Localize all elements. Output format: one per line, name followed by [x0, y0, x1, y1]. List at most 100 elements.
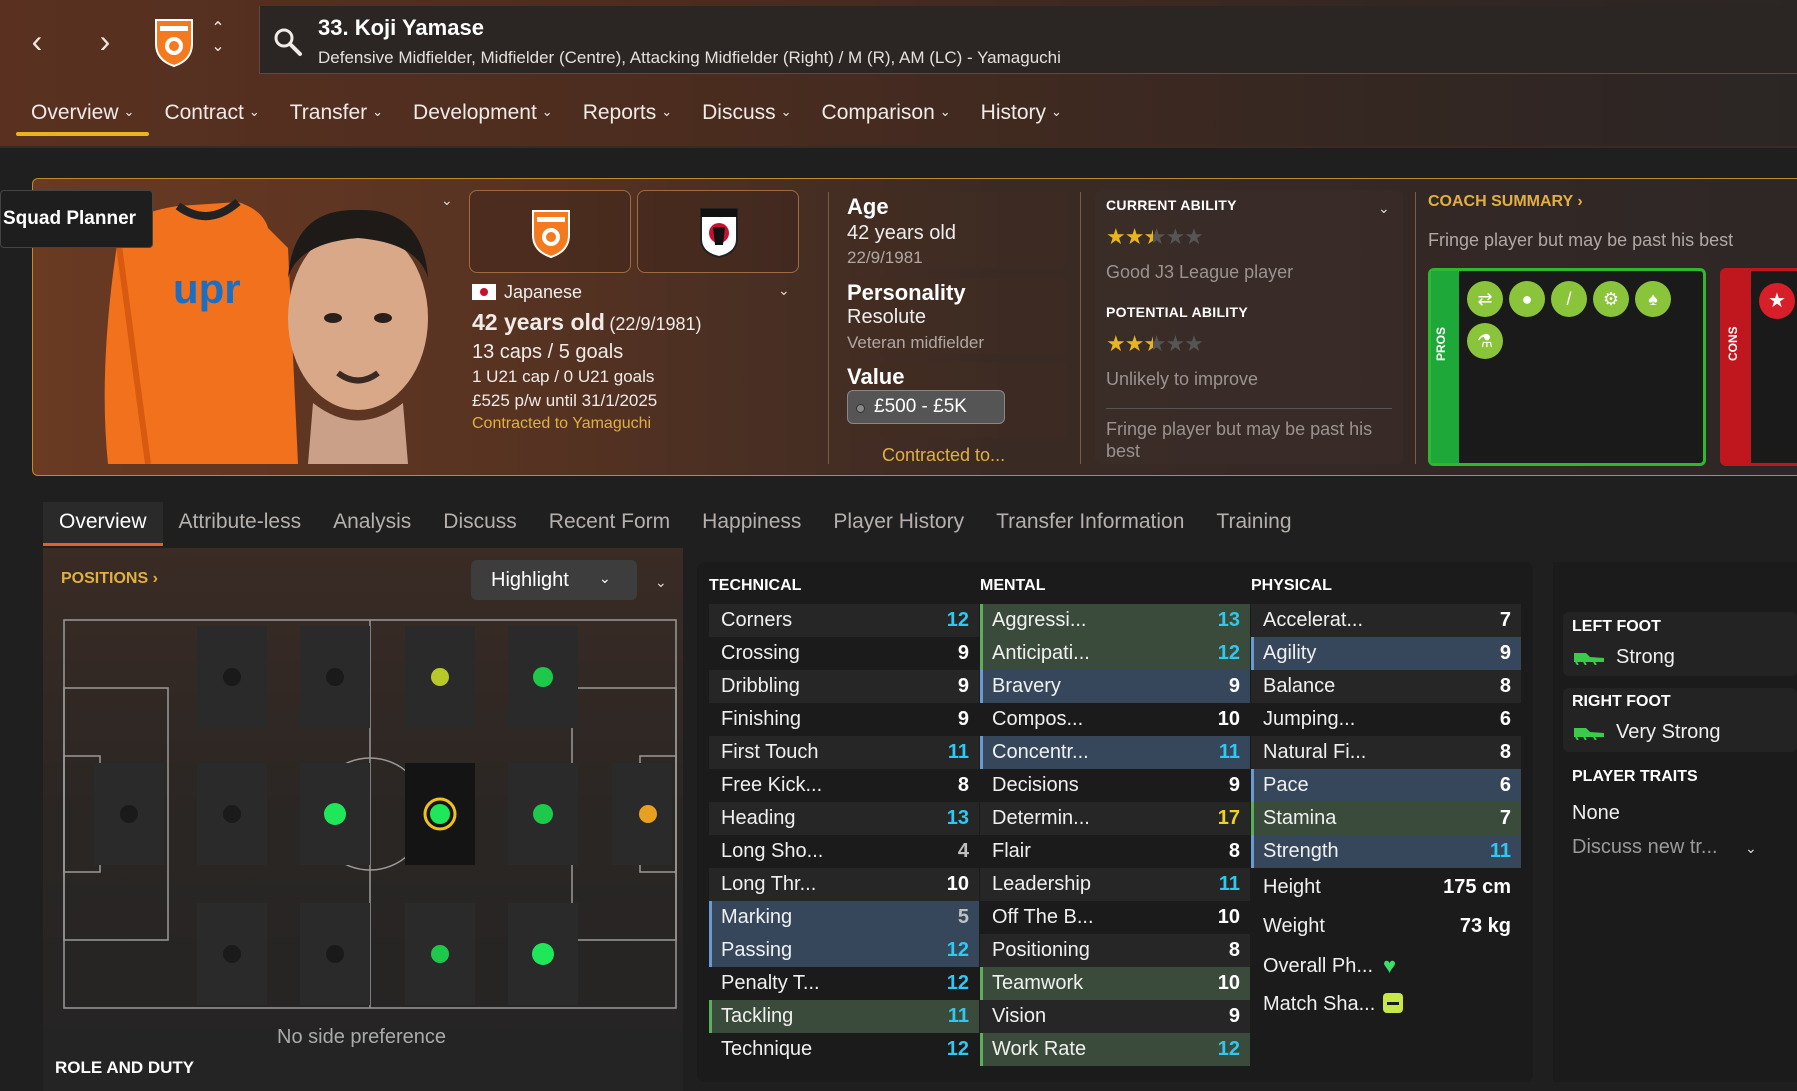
attribute-row-technical[interactable]: Crossing 9 — [709, 637, 979, 670]
attribute-value: 8 — [1499, 741, 1511, 763]
tab-contract[interactable]: Contract ⌄ — [149, 96, 274, 136]
tab-transfer[interactable]: Transfer ⌄ — [275, 96, 398, 136]
subtab-discuss[interactable]: Discuss — [427, 502, 533, 546]
value-estimate-pill[interactable]: £500 - £5K — [847, 390, 1005, 424]
attribute-row-technical[interactable]: Corners 12 — [709, 604, 979, 637]
national-team-badge-card[interactable] — [637, 190, 799, 273]
subtab-analysis[interactable]: Analysis — [317, 502, 427, 546]
subtab-player-history[interactable]: Player History — [817, 502, 980, 546]
pro-trait-icon-1[interactable]: ⇄ — [1467, 281, 1503, 317]
attribute-row-mental[interactable]: Aggressi... 13 — [980, 604, 1250, 637]
positions-link[interactable]: POSITIONS › — [61, 570, 158, 588]
attribute-row-technical[interactable]: Tackling 11 — [709, 1000, 979, 1033]
subtab-attribute-less[interactable]: Attribute-less — [163, 502, 318, 546]
attribute-row-physical[interactable]: Accelerat... 7 — [1251, 604, 1521, 637]
tab-history[interactable]: History ⌄ — [966, 96, 1077, 136]
pro-trait-icon-5[interactable]: ♠ — [1635, 281, 1671, 317]
flask-icon[interactable]: ⚗ — [1467, 323, 1503, 359]
attribute-row-technical[interactable]: Technique 12 — [709, 1033, 979, 1066]
potential-ability-label: POTENTIAL ABILITY — [1106, 304, 1248, 320]
attribute-row-mental[interactable]: Compos... 10 — [980, 703, 1250, 736]
subtab-recent-form[interactable]: Recent Form — [533, 502, 686, 546]
position-dot-st — [639, 805, 657, 823]
boot-icon — [1574, 728, 1604, 740]
attribute-row-mental[interactable]: Bravery 9 — [980, 670, 1250, 703]
attribute-row-mental[interactable]: Vision 9 — [980, 1000, 1250, 1033]
chevron-right-icon: › — [1577, 193, 1583, 210]
club-badge-card[interactable] — [469, 190, 631, 273]
attribute-row-technical[interactable]: Long Thr... 10 — [709, 868, 979, 901]
position-dot-amr — [532, 943, 554, 965]
attribute-row-physical[interactable]: Balance 8 — [1251, 670, 1521, 703]
attribute-name: Natural Fi... — [1263, 741, 1367, 763]
attribute-value: 9 — [1499, 642, 1511, 664]
attribute-row-technical[interactable]: Marking 5 — [709, 901, 979, 934]
attribute-row-physical[interactable]: Agility 9 — [1251, 637, 1521, 670]
u21-caps: 1 U21 cap / 0 U21 goals — [472, 367, 655, 386]
match-sharpness-row[interactable]: Match Sha... — [1251, 985, 1521, 1024]
pro-trait-icon-3[interactable]: / — [1551, 281, 1587, 317]
portrait-options-chevron-icon[interactable]: ⌄ — [441, 192, 453, 209]
attribute-row-mental[interactable]: Teamwork 10 — [980, 967, 1250, 1000]
coach-summary-link[interactable]: COACH SUMMARY › — [1428, 193, 1583, 211]
pro-trait-icon-4[interactable]: ⚙ — [1593, 281, 1629, 317]
subtab-training[interactable]: Training — [1200, 502, 1307, 546]
attribute-row-mental[interactable]: Decisions 9 — [980, 769, 1250, 802]
pros-label: PROS — [1434, 326, 1448, 361]
caps-goals: 13 caps / 5 goals — [472, 341, 624, 363]
subtab-happiness[interactable]: Happiness — [686, 502, 817, 546]
position-dot-mr — [431, 945, 449, 963]
attribute-row-technical[interactable]: Penalty T... 12 — [709, 967, 979, 1000]
attribute-row-technical[interactable]: Passing 12 — [709, 934, 979, 967]
discuss-new-traits-dropdown[interactable]: Discuss new tr... — [1572, 836, 1718, 859]
squad-planner-button[interactable]: Squad Planner — [0, 190, 153, 248]
attribute-row-mental[interactable]: Anticipati... 12 — [980, 637, 1250, 670]
contracted-to-club-link[interactable]: Contracted to Yamaguchi — [472, 415, 651, 433]
attribute-row-technical[interactable]: Long Sho... 4 — [709, 835, 979, 868]
attribute-row-mental[interactable]: Positioning 8 — [980, 934, 1250, 967]
attribute-row-physical[interactable]: Jumping... 6 — [1251, 703, 1521, 736]
chevron-down-icon[interactable]: ⌄ — [1745, 840, 1757, 857]
position-pitch[interactable] — [62, 618, 678, 1010]
forward-arrow-icon[interactable]: › — [90, 24, 120, 58]
attribute-row-technical[interactable]: First Touch 11 — [709, 736, 979, 769]
player-switch-arrows-icon[interactable]: ⌃ ⌄ — [208, 20, 228, 60]
tab-comparison[interactable]: Comparison ⌄ — [807, 96, 966, 136]
nationality-chevron-icon[interactable]: ⌄ — [778, 282, 790, 299]
tab-reports[interactable]: Reports ⌄ — [568, 96, 687, 136]
positions-options-chevron-icon[interactable]: ⌄ — [655, 574, 667, 591]
attribute-row-mental[interactable]: Leadership 11 — [980, 868, 1250, 901]
highlight-dropdown[interactable]: Highlight ⌄ — [471, 560, 637, 600]
contracted-to-link[interactable]: Contracted to... — [882, 445, 1005, 466]
pro-trait-icon-2[interactable]: ● — [1509, 281, 1545, 317]
overall-physical-row[interactable]: Overall Ph... ♥ — [1251, 946, 1521, 985]
attribute-row-technical[interactable]: Finishing 9 — [709, 703, 979, 736]
attribute-name: Flair — [992, 840, 1031, 862]
attribute-row-mental[interactable]: Determin... 17 — [980, 802, 1250, 835]
attribute-row-mental[interactable]: Off The B... 10 — [980, 901, 1250, 934]
attribute-row-mental[interactable]: Flair 8 — [980, 835, 1250, 868]
attribute-row-technical[interactable]: Dribbling 9 — [709, 670, 979, 703]
attribute-row-physical[interactable]: Natural Fi... 8 — [1251, 736, 1521, 769]
ability-chevron-icon[interactable]: ⌄ — [1378, 200, 1390, 217]
subtab-overview[interactable]: Overview — [43, 502, 163, 546]
player-positions: Defensive Midfielder, Midfielder (Centre… — [318, 48, 1061, 67]
club-badge-icon[interactable] — [152, 14, 196, 68]
attribute-row-mental[interactable]: Work Rate 12 — [980, 1033, 1250, 1066]
attribute-row-physical[interactable]: Pace 6 — [1251, 769, 1521, 802]
back-arrow-icon[interactable]: ‹ — [22, 24, 52, 58]
svg-text:upr: upr — [173, 265, 241, 312]
attribute-row-mental[interactable]: Concentr... 11 — [980, 736, 1250, 769]
tab-discuss[interactable]: Discuss ⌄ — [687, 96, 806, 136]
attribute-row-technical[interactable]: Free Kick... 8 — [709, 769, 979, 802]
attribute-name: First Touch — [721, 741, 819, 763]
subtab-transfer-information[interactable]: Transfer Information — [980, 502, 1200, 546]
tab-overview[interactable]: Overview ⌄ — [16, 96, 150, 136]
star-icon[interactable]: ★ — [1759, 283, 1795, 319]
japan-flag-icon — [472, 284, 496, 300]
attribute-row-physical[interactable]: Stamina 7 — [1251, 802, 1521, 835]
search-icon[interactable] — [272, 26, 304, 58]
attribute-row-physical[interactable]: Strength 11 — [1251, 835, 1521, 868]
tab-development[interactable]: Development ⌄ — [398, 96, 568, 136]
attribute-row-technical[interactable]: Heading 13 — [709, 802, 979, 835]
